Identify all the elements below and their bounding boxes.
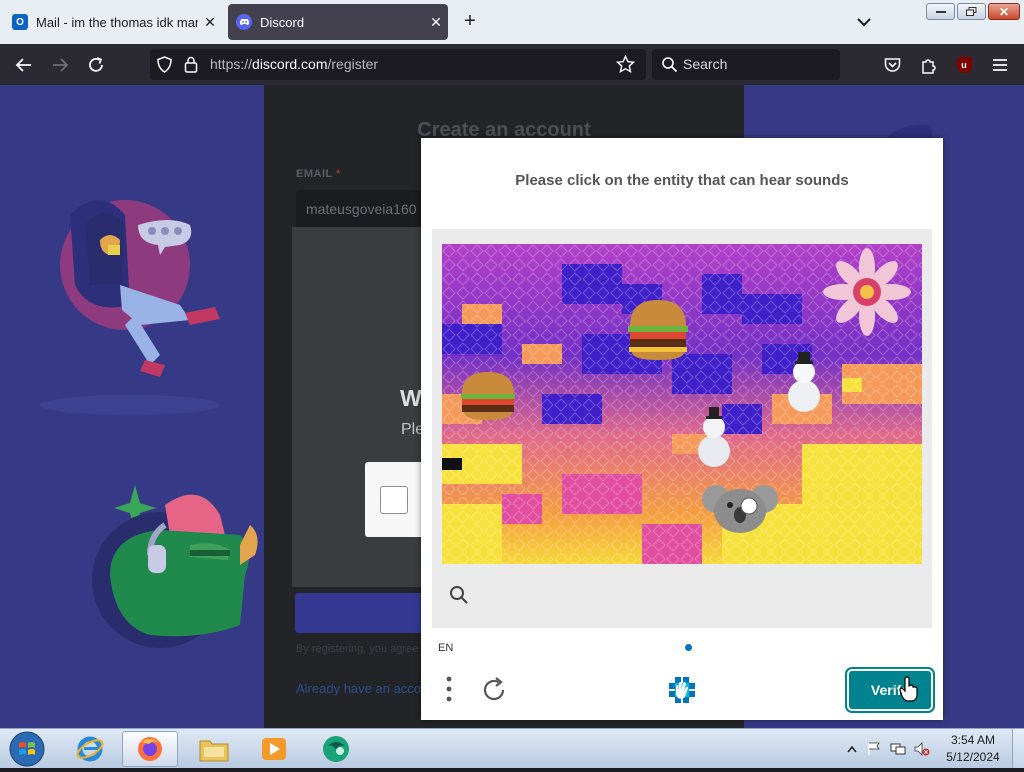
terms-text: By registering, you agree — [296, 643, 419, 655]
volume-muted-icon[interactable] — [914, 741, 930, 757]
lock-icon[interactable] — [184, 56, 198, 78]
pocket-icon — [884, 58, 900, 72]
puzzle-piece-icon — [921, 58, 936, 74]
extension-badge: u — [961, 60, 967, 70]
start-button[interactable] — [8, 731, 46, 767]
hcaptcha-challenge: Please click on the entity that can hear… — [421, 138, 943, 720]
challenge-prompt: Please click on the entity that can hear… — [515, 172, 849, 189]
app-icon — [323, 736, 349, 762]
zoom-magnifier-icon[interactable] — [448, 584, 470, 606]
more-options-icon[interactable] — [443, 675, 455, 703]
forward-button[interactable] — [47, 52, 73, 78]
bookmark-star-icon[interactable] — [615, 54, 636, 79]
extensions-button[interactable] — [915, 52, 941, 78]
tab-title: Discord — [260, 14, 305, 30]
new-tab-button[interactable]: + — [458, 10, 482, 34]
tracking-protection-icon[interactable] — [156, 56, 173, 78]
taskbar-firefox[interactable] — [122, 731, 178, 767]
taskbar-internet-explorer[interactable] — [62, 731, 118, 767]
window-minimize-button[interactable] — [926, 3, 955, 20]
browser-tab-strip: O Mail - im the thomas idk man - ✕ Disco… — [0, 0, 1024, 44]
taskbar-file-explorer[interactable] — [186, 731, 242, 767]
close-tab-icon[interactable]: ✕ — [424, 14, 448, 31]
taskbar-media-player[interactable] — [246, 731, 302, 767]
email-label-text: EMAIL — [296, 168, 333, 180]
chevron-down-icon — [857, 18, 871, 27]
windows-taskbar: 3:54 AM 5/12/2024 — [0, 728, 1024, 768]
chevron-up-icon — [847, 745, 857, 753]
search-placeholder: Search — [683, 56, 728, 72]
url-path: /register — [327, 56, 379, 72]
network-icon[interactable] — [890, 741, 906, 757]
email-label: EMAIL * — [296, 168, 341, 180]
navigation-toolbar: https://discord.com/register Search u — [0, 44, 1024, 85]
ublock-origin-button[interactable]: u — [951, 52, 977, 78]
creature-illustration — [92, 485, 258, 648]
search-icon — [661, 56, 678, 78]
tab-title: Mail - im the thomas idk man - — [36, 14, 198, 30]
page-indicator-dot — [685, 644, 692, 651]
pocket-button[interactable] — [879, 52, 905, 78]
challenge-area — [432, 229, 932, 628]
required-asterisk: * — [336, 168, 341, 180]
app-menu-button[interactable] — [987, 52, 1013, 78]
reload-button[interactable] — [83, 52, 109, 78]
tab-mail[interactable]: O Mail - im the thomas idk man - ✕ — [4, 4, 222, 40]
back-button[interactable] — [11, 52, 37, 78]
continue-button[interactable] — [295, 593, 425, 633]
discord-icon — [236, 14, 252, 30]
window-restore-button[interactable] — [957, 3, 986, 20]
url-text: https://discord.com/register — [210, 56, 378, 72]
folder-icon — [199, 740, 229, 762]
show-desktop-button[interactable] — [1012, 729, 1024, 768]
windows-start-orb-icon — [9, 731, 45, 767]
outlook-icon: O — [12, 14, 28, 30]
window-close-button[interactable]: ✕ — [988, 3, 1020, 20]
close-tab-icon[interactable]: ✕ — [198, 14, 222, 31]
verify-button[interactable]: Verify — [845, 667, 935, 713]
clock-date: 5/12/2024 — [946, 750, 1000, 764]
hand-cursor-icon — [899, 676, 918, 702]
forward-arrow-icon — [53, 58, 69, 72]
list-all-tabs-button[interactable] — [852, 10, 876, 34]
overlay-heading: W — [400, 385, 422, 411]
internet-explorer-icon — [76, 736, 104, 762]
hamburger-menu-icon — [993, 59, 1007, 71]
tab-discord[interactable]: Discord ✕ — [228, 4, 448, 40]
system-clock[interactable]: 3:54 AM 5/12/2024 — [940, 732, 1006, 766]
refresh-challenge-icon[interactable] — [479, 675, 509, 705]
reload-icon — [89, 57, 103, 72]
firefox-icon — [138, 737, 162, 761]
login-link[interactable]: Already have an acco — [296, 681, 421, 696]
hcaptcha-logo-icon[interactable] — [665, 673, 699, 707]
hcaptcha-checkbox[interactable] — [380, 486, 408, 514]
challenge-image[interactable] — [442, 244, 922, 564]
search-bar[interactable]: Search — [652, 49, 840, 80]
language-selector[interactable]: EN — [438, 642, 453, 654]
taskbar-app[interactable] — [308, 731, 364, 767]
ublock-icon: u — [956, 57, 972, 73]
media-player-icon — [262, 738, 286, 760]
url-scheme: https:// — [210, 56, 253, 72]
action-center-flag-icon[interactable] — [866, 741, 882, 757]
clock-time: 3:54 AM — [950, 733, 996, 747]
url-domain: discord.com — [252, 56, 328, 72]
back-arrow-icon — [15, 58, 31, 72]
person-illustration — [40, 200, 220, 415]
show-hidden-icons-button[interactable] — [844, 741, 860, 757]
url-bar[interactable]: https://discord.com/register — [150, 49, 646, 80]
